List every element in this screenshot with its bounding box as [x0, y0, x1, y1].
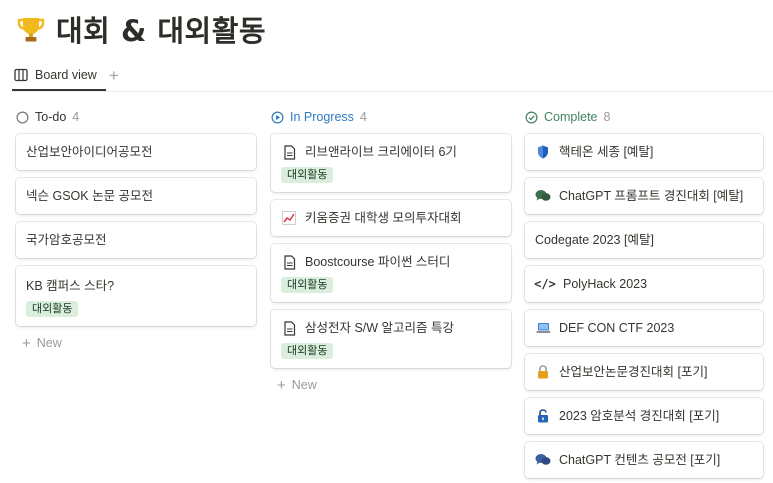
column-title: Complete — [544, 110, 598, 124]
document-icon — [281, 319, 297, 337]
column-count: 4 — [72, 110, 80, 124]
page-header: 대회 & 대외활동 — [14, 8, 266, 50]
column-title: To-do — [35, 110, 67, 124]
board-card[interactable]: Codegate 2023 [예탈] — [525, 222, 763, 258]
card-title: ChatGPT 프롬프트 경진대회 [예탈] — [559, 189, 744, 203]
tab-board-view[interactable]: Board view — [14, 64, 97, 86]
tab-label: Board view — [35, 68, 97, 82]
board-card[interactable]: 산업보안논문경진대회 [포기] — [525, 354, 763, 390]
new-label: New — [36, 336, 62, 350]
card-title: Boostcourse 파이썬 스터디 — [305, 255, 451, 269]
page-title[interactable]: 대회 & 대외활동 — [56, 8, 266, 50]
plus-icon[interactable]: + — [109, 67, 119, 84]
tag: 대외활동 — [281, 343, 334, 359]
new-card-button[interactable]: + New — [271, 374, 511, 396]
board-column-complete: Complete 8 핵테온 세종 [예탈] ChatGPT 프롬프트 경진대회… — [525, 106, 763, 483]
document-icon — [281, 253, 297, 271]
board-column-in-progress: In Progress 4 리브앤라이브 크리에이터 6기 대외활동 키움증권 … — [271, 106, 511, 396]
board-card[interactable]: 넥슨 GSOK 논문 공모전 — [16, 178, 256, 214]
divider — [12, 91, 773, 92]
board-card[interactable]: ChatGPT 컨텐츠 공모전 [포기] — [525, 442, 763, 478]
board-column-todo: To-do 4 산업보안아이디어공모전 넥슨 GSOK 논문 공모전 국가암호공… — [16, 106, 256, 354]
board-card[interactable]: 국가암호공모전 — [16, 222, 256, 258]
plus-icon: + — [277, 376, 286, 394]
column-header[interactable]: Complete 8 — [525, 106, 763, 128]
plus-icon: + — [22, 334, 31, 352]
chat-bubbles-icon — [535, 187, 551, 205]
shield-icon — [535, 143, 551, 161]
lock-icon — [535, 363, 551, 381]
card-title: PolyHack 2023 — [563, 277, 648, 291]
laptop-icon — [535, 319, 551, 337]
view-bar: Board view + — [14, 64, 119, 86]
tag: 대외활동 — [281, 167, 334, 183]
chart-increasing-icon — [281, 209, 297, 227]
chat-bubbles-icon — [535, 451, 551, 469]
column-count: 8 — [603, 110, 611, 124]
card-title: Codegate 2023 [예탈] — [535, 233, 654, 247]
board-card[interactable]: </> PolyHack 2023 — [525, 266, 763, 302]
card-title: KB 캠퍼스 스타? — [26, 279, 115, 293]
document-icon — [281, 143, 297, 161]
board-icon — [14, 67, 30, 83]
card-title: 국가암호공모전 — [26, 233, 107, 247]
tag: 대외활동 — [26, 301, 79, 317]
card-title: 산업보안아이디어공모전 — [26, 145, 153, 159]
circle-empty-icon — [16, 110, 30, 124]
board-card[interactable]: 삼성전자 S/W 알고리즘 특강 대외활동 — [271, 310, 511, 368]
unlock-icon — [535, 407, 551, 425]
column-title: In Progress — [290, 110, 354, 124]
column-header[interactable]: In Progress 4 — [271, 106, 511, 128]
board-card[interactable]: 키움증권 대학생 모의투자대회 — [271, 200, 511, 236]
card-title: 키움증권 대학생 모의투자대회 — [305, 211, 462, 225]
check-circle-icon — [525, 110, 539, 124]
card-title: 삼성전자 S/W 알고리즘 특강 — [305, 321, 455, 335]
card-title: DEF CON CTF 2023 — [559, 321, 675, 335]
board-card[interactable]: 리브앤라이브 크리에이터 6기 대외활동 — [271, 134, 511, 192]
card-title: 산업보안논문경진대회 [포기] — [559, 365, 708, 379]
card-title: ChatGPT 컨텐츠 공모전 [포기] — [559, 453, 721, 467]
board-card[interactable]: 핵테온 세종 [예탈] — [525, 134, 763, 170]
board-card[interactable]: Boostcourse 파이썬 스터디 대외활동 — [271, 244, 511, 302]
play-circle-icon — [271, 110, 285, 124]
card-title: 핵테온 세종 [예탈] — [559, 145, 654, 159]
new-label: New — [291, 378, 317, 392]
column-count: 4 — [359, 110, 367, 124]
card-title: 2023 암호분석 경진대회 [포기] — [559, 409, 720, 423]
board-card[interactable]: 산업보안아이디어공모전 — [16, 134, 256, 170]
board-card[interactable]: DEF CON CTF 2023 — [525, 310, 763, 346]
board-card[interactable]: 2023 암호분석 경진대회 [포기] — [525, 398, 763, 434]
board-card[interactable]: KB 캠퍼스 스타? 대외활동 — [16, 266, 256, 326]
column-header[interactable]: To-do 4 — [16, 106, 256, 128]
board-card[interactable]: ChatGPT 프롬프트 경진대회 [예탈] — [525, 178, 763, 214]
tag: 대외활동 — [281, 277, 334, 293]
card-title: 넥슨 GSOK 논문 공모전 — [26, 189, 154, 203]
trophy-icon[interactable] — [14, 12, 48, 46]
code-icon: </> — [534, 277, 556, 291]
new-card-button[interactable]: + New — [16, 332, 256, 354]
card-title: 리브앤라이브 크리에이터 6기 — [305, 145, 457, 159]
